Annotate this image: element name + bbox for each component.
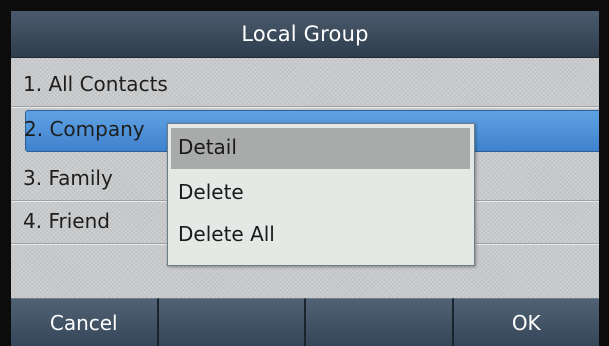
menu-item-delete-all[interactable]: Delete All: [168, 215, 474, 256]
ok-button[interactable]: OK: [453, 298, 599, 346]
phone-screen: Local Group 1. All Contacts 2. Company 3…: [0, 0, 609, 346]
list-item-label: 3. Family: [23, 166, 113, 190]
menu-item-delete[interactable]: Delete: [168, 173, 474, 214]
list-item-label: 1. All Contacts: [23, 72, 168, 96]
screen-bezel: [599, 0, 609, 346]
list-item-label: 4. Friend: [23, 209, 110, 233]
screen-content: Local Group 1. All Contacts 2. Company 3…: [11, 11, 607, 346]
menu-item-detail[interactable]: Detail: [171, 128, 470, 169]
menu-item-label: Detail: [178, 135, 237, 159]
menu-item-label: Delete All: [178, 222, 275, 246]
cancel-button[interactable]: Cancel: [11, 298, 159, 346]
list-item-all-contacts[interactable]: 1. All Contacts: [11, 64, 599, 107]
options-popup-menu: Detail Delete Delete All: [167, 123, 475, 266]
softkey-2-button[interactable]: [158, 298, 306, 346]
softkey-bar: Cancel OK: [11, 298, 599, 346]
title-bar: Local Group: [11, 11, 599, 58]
softkey-3-button[interactable]: [306, 298, 454, 346]
page-title: Local Group: [241, 22, 369, 46]
menu-item-label: Delete: [178, 180, 244, 204]
list-item-label: 2. Company: [24, 117, 145, 141]
